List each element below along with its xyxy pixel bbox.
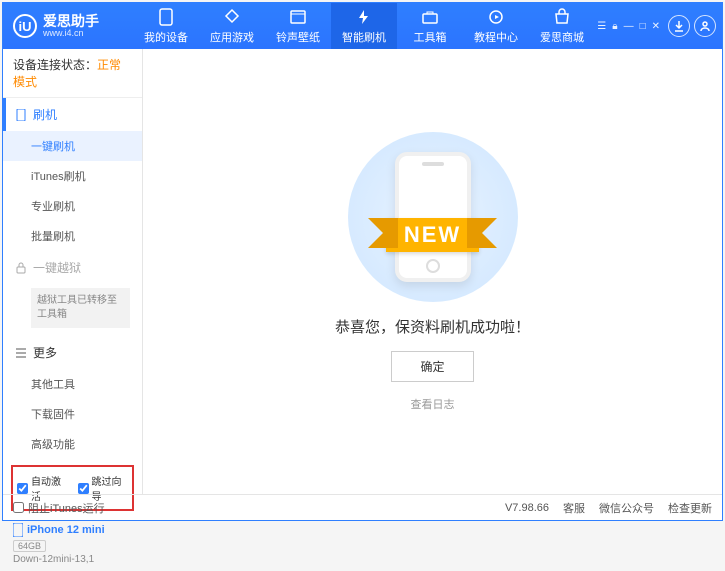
app-title: 爱思助手 bbox=[43, 14, 99, 28]
flash-icon bbox=[355, 8, 373, 26]
toolbox-icon bbox=[421, 8, 439, 26]
app-window: iU 爱思助手 www.i4.cn 我的设备应用游戏铃声壁纸智能刷机工具箱教程中… bbox=[2, 2, 723, 521]
tutorial-icon bbox=[487, 8, 505, 26]
version-label: V7.98.66 bbox=[505, 502, 549, 514]
block-itunes-checkbox[interactable]: 阻止iTunes运行 bbox=[13, 500, 105, 516]
app-logo: iU 爱思助手 www.i4.cn bbox=[3, 14, 133, 38]
logo-icon: iU bbox=[13, 14, 37, 38]
store-icon bbox=[553, 8, 571, 26]
nav-tab-wallpaper[interactable]: 铃声壁纸 bbox=[265, 3, 331, 49]
window-controls: ☰ 🔒︎ — □ ✕ bbox=[597, 21, 660, 32]
phone-icon bbox=[15, 109, 27, 121]
list-icon bbox=[15, 347, 27, 359]
close-icon[interactable]: ✕ bbox=[652, 21, 660, 32]
sidebar-item-more-2[interactable]: 高级功能 bbox=[3, 429, 142, 459]
view-log-link[interactable]: 查看日志 bbox=[411, 396, 455, 412]
titlebar: iU 爱思助手 www.i4.cn 我的设备应用游戏铃声壁纸智能刷机工具箱教程中… bbox=[3, 3, 722, 49]
nav-tab-toolbox[interactable]: 工具箱 bbox=[397, 3, 463, 49]
nav-tab-flash[interactable]: 智能刷机 bbox=[331, 3, 397, 49]
sidebar-item-flash-0[interactable]: 一键刷机 bbox=[3, 131, 142, 161]
download-button[interactable] bbox=[668, 15, 690, 37]
storage-badge: 64GB bbox=[13, 540, 46, 552]
main-content: NEW 恭喜您，保资料刷机成功啦！ 确定 查看日志 bbox=[143, 49, 722, 494]
statusbar: 阻止iTunes运行 V7.98.66 客服 微信公众号 检查更新 bbox=[3, 494, 722, 520]
check-update-link[interactable]: 检查更新 bbox=[668, 500, 712, 516]
sidebar-item-flash-3[interactable]: 批量刷机 bbox=[3, 221, 142, 251]
section-flash[interactable]: 刷机 bbox=[3, 98, 142, 131]
nav-tab-tutorial[interactable]: 教程中心 bbox=[463, 3, 529, 49]
device-info[interactable]: iPhone 12 mini 64GB Down-12mini-13,1 bbox=[3, 517, 142, 571]
device-model: Down-12mini-13,1 bbox=[13, 554, 132, 565]
service-link[interactable]: 客服 bbox=[563, 500, 585, 516]
new-ribbon: NEW bbox=[386, 218, 479, 252]
section-jailbreak[interactable]: 一键越狱 bbox=[3, 251, 142, 284]
minimize-icon[interactable]: — bbox=[624, 21, 634, 32]
nav-tab-apps[interactable]: 应用游戏 bbox=[199, 3, 265, 49]
apps-icon bbox=[223, 8, 241, 26]
wechat-link[interactable]: 微信公众号 bbox=[599, 500, 654, 516]
lock-icon bbox=[15, 262, 27, 274]
ok-button[interactable]: 确定 bbox=[391, 351, 473, 382]
sidebar-item-more-1[interactable]: 下载固件 bbox=[3, 399, 142, 429]
nav-tab-store[interactable]: 爱思商城 bbox=[529, 3, 595, 49]
connection-status: 设备连接状态：正常模式 bbox=[3, 49, 142, 98]
device-icon bbox=[157, 8, 175, 26]
jailbreak-note: 越狱工具已转移至工具箱 bbox=[31, 288, 130, 328]
maximize-icon[interactable]: □ bbox=[640, 21, 646, 32]
sidebar-item-flash-1[interactable]: iTunes刷机 bbox=[3, 161, 142, 191]
sidebar-item-flash-2[interactable]: 专业刷机 bbox=[3, 191, 142, 221]
sidebar: 设备连接状态：正常模式 刷机 一键刷机iTunes刷机专业刷机批量刷机 一键越狱… bbox=[3, 49, 143, 494]
wallpaper-icon bbox=[289, 8, 307, 26]
phone-icon bbox=[13, 523, 23, 537]
success-illustration: NEW bbox=[348, 132, 518, 302]
nav-tab-device[interactable]: 我的设备 bbox=[133, 3, 199, 49]
section-more[interactable]: 更多 bbox=[3, 336, 142, 369]
sidebar-item-more-0[interactable]: 其他工具 bbox=[3, 369, 142, 399]
user-button[interactable] bbox=[694, 15, 716, 37]
app-url: www.i4.cn bbox=[43, 28, 99, 38]
success-message: 恭喜您，保资料刷机成功啦！ bbox=[335, 316, 530, 337]
menu-icon[interactable]: ☰ bbox=[597, 21, 606, 32]
lock-icon[interactable]: 🔒︎ bbox=[612, 21, 617, 32]
